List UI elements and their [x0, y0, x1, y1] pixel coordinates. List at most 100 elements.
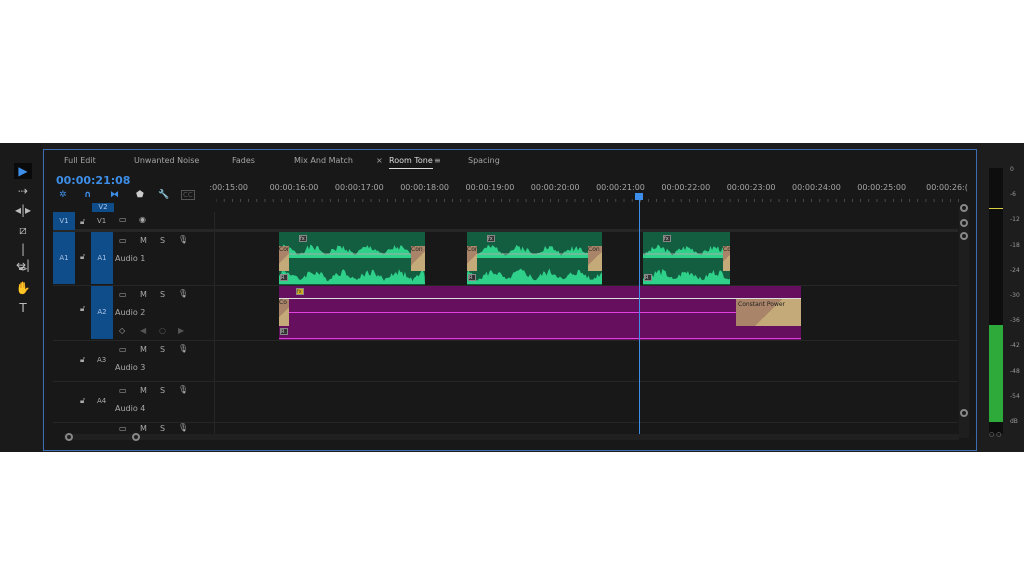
tab-spacing[interactable]: Spacing: [468, 156, 500, 165]
tab-room-tone[interactable]: Room Tone: [389, 156, 433, 169]
playhead-timecode[interactable]: 00:00:21:08: [56, 174, 130, 187]
lock-icon[interactable]: 🔓︎: [80, 252, 85, 262]
track-a4: 🔓︎ A4 ▭ M S 🎙︎ Audio 4: [53, 382, 958, 423]
lock-icon[interactable]: 🔓︎: [80, 304, 85, 314]
captions-icon[interactable]: CC: [181, 190, 195, 200]
microphone-icon[interactable]: 🎙︎: [178, 235, 188, 244]
hand-tool-icon[interactable]: ✋: [14, 280, 32, 296]
add-marker-icon[interactable]: ⬟: [136, 190, 144, 200]
meter-scale-label: -12: [1010, 216, 1020, 224]
pen-tool-icon[interactable]: ✒: [14, 261, 32, 277]
sync-lock-icon[interactable]: ▭: [119, 290, 127, 299]
a2-target[interactable]: A2: [91, 286, 113, 339]
crossfade-transition[interactable]: Con: [723, 246, 730, 271]
sync-lock-icon[interactable]: ▭: [119, 424, 127, 433]
solo-button[interactable]: S: [160, 290, 165, 299]
track-name: Audio 3: [115, 363, 146, 372]
add-keyframe-icon[interactable]: ○: [159, 326, 166, 335]
a2-audio-clip[interactable]: fx R Co Constant Power: [279, 286, 801, 340]
track-select-tool-icon[interactable]: ⇢: [14, 183, 32, 199]
wrench-settings-icon[interactable]: 🔧: [158, 190, 169, 200]
constant-power-transition[interactable]: Constant Power: [736, 299, 801, 326]
next-keyframe-icon[interactable]: ▶: [178, 326, 184, 335]
fx-badge[interactable]: fx: [487, 235, 495, 242]
a4-target[interactable]: A4: [97, 397, 106, 405]
mute-button[interactable]: M: [140, 236, 147, 245]
type-tool-icon[interactable]: T: [14, 300, 32, 316]
tab-close-icon[interactable]: ×: [376, 156, 383, 165]
track-v1: V1 🔓︎ V1 ▭ ◉: [53, 212, 958, 232]
channel-r-badge: R: [468, 274, 476, 281]
meter-scale-label: -30: [1010, 292, 1020, 299]
a1-audio-clip[interactable]: fx R Con Con: [467, 232, 602, 285]
zoom-handle-left[interactable]: [65, 433, 73, 441]
nest-toggle-icon[interactable]: ✲: [59, 190, 67, 200]
a1-audio-clip[interactable]: fx R Con Con: [279, 232, 425, 285]
tab-full-edit[interactable]: Full Edit: [64, 156, 96, 165]
v1-target[interactable]: V1: [97, 217, 106, 225]
microphone-icon[interactable]: 🎙︎: [178, 423, 188, 432]
eye-icon[interactable]: ◉: [139, 215, 146, 224]
scroll-handle-top[interactable]: [960, 204, 968, 212]
v1-source-patch[interactable]: V1: [53, 212, 75, 230]
meter-solo-buttons[interactable]: ○ ○: [989, 431, 1001, 438]
mute-button[interactable]: M: [140, 386, 147, 395]
crossfade-transition[interactable]: Con: [279, 246, 289, 271]
snap-magnet-icon[interactable]: ∩: [84, 190, 91, 200]
ruler-label: 00:00:20:00: [530, 183, 580, 192]
scroll-handle[interactable]: [960, 219, 968, 227]
mute-button[interactable]: M: [140, 345, 147, 354]
ruler-label: 00:00:17:00: [334, 183, 384, 192]
playhead-handle[interactable]: [635, 193, 643, 200]
keyframe-icon[interactable]: ◇: [119, 326, 125, 335]
tab-mix-and-match[interactable]: Mix And Match: [294, 156, 353, 165]
solo-button[interactable]: S: [160, 424, 165, 433]
lock-icon[interactable]: 🔓︎: [80, 396, 85, 406]
scroll-handle[interactable]: [960, 232, 968, 240]
crossfade-transition[interactable]: Con: [411, 246, 425, 271]
tab-unwanted-noise[interactable]: Unwanted Noise: [134, 156, 199, 165]
crossfade-transition[interactable]: Co: [279, 299, 289, 326]
playhead-line[interactable]: [639, 194, 640, 434]
ruler-label: 00:00:25:00: [857, 183, 907, 192]
microphone-icon[interactable]: 🎙︎: [178, 289, 188, 298]
solo-button[interactable]: S: [160, 386, 165, 395]
fx-badge[interactable]: fx: [299, 235, 307, 242]
meter-scale-label: -42: [1010, 342, 1020, 350]
fx-badge[interactable]: fx: [663, 235, 671, 242]
horizontal-scrollbar[interactable]: [64, 434, 959, 440]
selection-tool-icon[interactable]: ▶: [14, 163, 32, 179]
microphone-icon[interactable]: 🎙︎: [178, 344, 188, 353]
a1-target[interactable]: A1: [91, 232, 113, 284]
prev-keyframe-icon[interactable]: ◀: [140, 326, 146, 335]
sync-lock-icon[interactable]: ▭: [119, 386, 127, 395]
v2-source-patch[interactable]: V2: [92, 203, 114, 212]
ripple-edit-tool-icon[interactable]: ◂|▸: [14, 202, 32, 218]
linked-selection-icon[interactable]: ⧓: [110, 190, 119, 200]
a1-source-patch[interactable]: A1: [53, 232, 75, 284]
mute-button[interactable]: M: [140, 424, 147, 433]
meter-scale-label: -48: [1010, 367, 1020, 375]
scroll-handle-bottom[interactable]: [960, 409, 968, 417]
lock-icon[interactable]: 🔓︎: [80, 217, 85, 227]
fx-badge[interactable]: fx: [296, 288, 304, 295]
lock-icon[interactable]: 🔓︎: [80, 355, 85, 365]
solo-button[interactable]: S: [160, 345, 165, 354]
crossfade-transition[interactable]: Con: [467, 246, 477, 271]
microphone-icon[interactable]: 🎙︎: [178, 385, 188, 394]
tab-fades[interactable]: Fades: [232, 156, 255, 165]
crossfade-transition[interactable]: Con: [588, 246, 602, 271]
tab-menu-icon[interactable]: ≡: [434, 156, 441, 165]
razor-tool-icon[interactable]: ⧄: [14, 222, 32, 238]
a1-audio-clip[interactable]: fx R Con: [643, 232, 730, 285]
zoom-handle-right[interactable]: [132, 433, 140, 441]
slip-tool-icon[interactable]: |↔|: [14, 241, 32, 272]
sync-lock-icon[interactable]: ▭: [119, 345, 127, 354]
vertical-scrollbar[interactable]: [959, 208, 969, 438]
solo-button[interactable]: S: [160, 236, 165, 245]
mute-button[interactable]: M: [140, 290, 147, 299]
tools-panel: ▶ ⇢ ◂|▸ ⧄ |↔| ✒ ✋ T: [0, 143, 42, 452]
sync-lock-icon[interactable]: ▭: [119, 236, 127, 245]
a3-target[interactable]: A3: [97, 356, 106, 364]
sync-lock-icon[interactable]: ▭: [119, 215, 127, 224]
